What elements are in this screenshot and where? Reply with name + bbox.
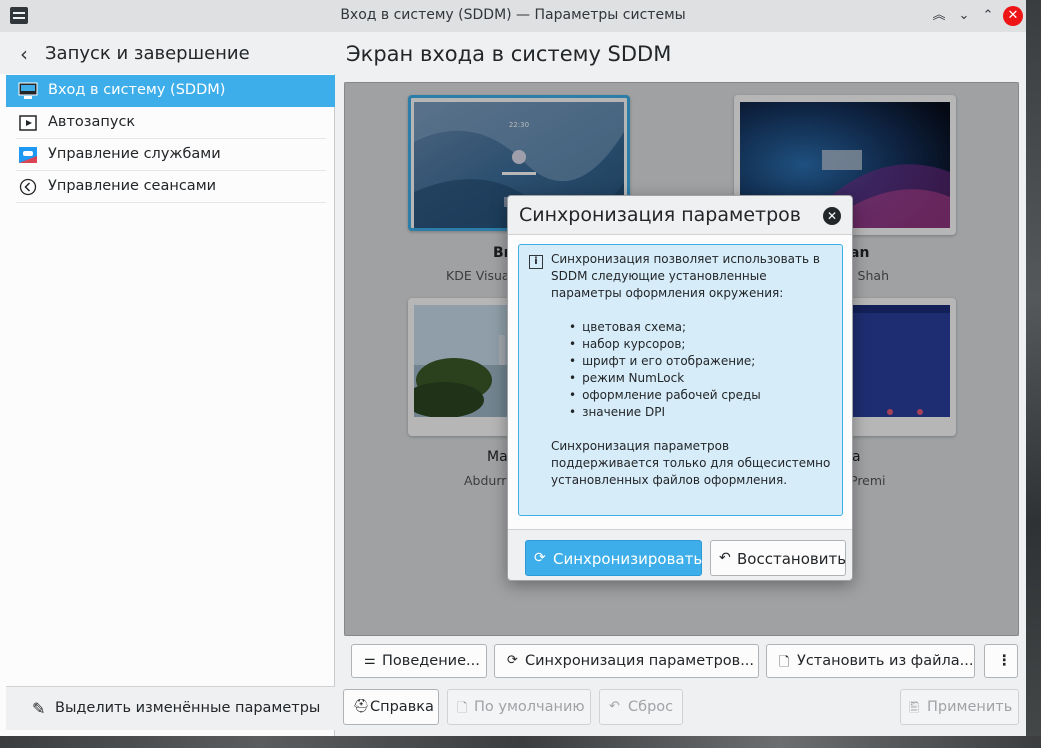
info-message: i Синхронизация позволяет использовать в… [518,244,843,516]
sync-icon: ⟳ [534,550,546,566]
highlight-changed-label: Выделить изменённые параметры [55,700,321,716]
install-from-file-label: Установить из файла... [797,653,974,669]
desktop-background [1026,0,1041,748]
maximize-icon[interactable]: ⌃ [977,5,999,27]
help-lifebuoy-icon: ⛑ [353,699,370,714]
autostart-icon [19,115,37,131]
restore-button[interactable]: ↶ Восстановить [710,540,846,576]
sidebar-item-label: Управление сеансами [48,178,217,194]
restore-label: Восстановить [737,550,847,568]
list-item: значение DPI [581,404,761,421]
install-from-file-button[interactable]: 🗋 Установить из файла... [766,644,975,678]
sync-settings-label: Синхронизация параметров... [525,653,755,669]
restore-icon: ↶ [719,550,731,566]
settings-window: Вход в систему (SDDM) — Параметры систем… [0,0,1026,748]
install-file-icon: 🗋 [779,655,790,670]
sidebar-item-services[interactable]: Управление службами [6,139,335,171]
close-window-icon[interactable]: ✕ [1003,6,1023,26]
sidebar-item-label: Автозапуск [48,114,136,130]
apply-label: Применить [927,699,1013,715]
sidebar-item-autostart[interactable]: Автозапуск [6,107,335,139]
list-item: шрифт и его отображение; [581,353,761,370]
page-title: Экран входа в систему SDDM [346,42,672,66]
apply-icon: 🖺 [909,701,920,716]
list-item: цветовая схема; [581,319,761,336]
list-item: набор курсоров; [581,336,761,353]
synchronize-button[interactable]: ⟳ Синхронизировать [525,540,702,576]
sidebar: ‹ Запуск и завершение Вход в систему (SD… [0,32,335,736]
dialog-title: Синхронизация параметров [519,204,801,226]
synchronize-label: Синхронизировать [553,550,703,568]
window-title: Вход в систему (SDDM) — Параметры систем… [340,7,686,23]
sidebar-item-sessions[interactable]: Управление сеансами [6,171,335,203]
defaults-button[interactable]: 🗋 По умолчанию [447,689,591,725]
services-icon [19,147,37,163]
apply-button[interactable]: 🖺 Применить [900,689,1019,725]
list-item: режим NumLock [581,370,761,387]
defaults-label: По умолчанию [474,699,585,715]
monitor-icon [18,82,38,99]
sidebar-title: Запуск и завершение [45,43,250,64]
dialog-body: i Синхронизация позволяет использовать в… [508,234,852,530]
behavior-button[interactable]: ⚌ Поведение... [351,644,487,678]
info-note: Синхронизация параметров поддерживается … [551,439,831,487]
keep-above-icon[interactable]: ︽ [928,5,950,27]
info-intro: Синхронизация позволяет использовать в S… [551,252,820,300]
highlight-pen-icon: ✎ [32,699,46,718]
sync-settings-button[interactable]: ⟳ Синхронизация параметров... [494,644,759,678]
reset-icon: ↶ [609,699,620,714]
sync-items-list: цветовая схема; набор курсоров; шрифт и … [581,319,761,421]
list-item: оформление рабочей среды [581,387,761,404]
sync-icon: ⟳ [507,653,518,668]
minimize-icon[interactable]: ⌄ [953,5,975,27]
desktop-background-bottom [0,736,1041,748]
reset-button[interactable]: ↶ Сброс [599,689,683,725]
info-icon: i [529,255,543,269]
more-options-button[interactable]: ⋮ [984,644,1018,678]
sidebar-item-label: Управление службами [48,146,221,162]
sessions-icon [19,178,37,196]
sidebar-item-sddm[interactable]: Вход в систему (SDDM) [6,75,335,107]
defaults-icon: 🗋 [457,701,468,716]
more-options-icon: ⋮ [997,653,1012,669]
sync-settings-dialog: Синхронизация параметров ✕ i Синхронизац… [507,195,853,581]
reset-label: Сброс [628,699,674,715]
behavior-label: Поведение... [382,653,480,669]
sliders-icon: ⚌ [364,653,376,668]
sidebar-item-label: Вход в систему (SDDM) [48,82,226,98]
back-icon[interactable]: ‹ [20,42,28,66]
highlight-changed-button[interactable]: ✎ Выделить изменённые параметры [6,686,335,730]
help-button[interactable]: ⛑ Справка [343,689,439,725]
help-label: Справка [370,699,434,715]
divider [16,202,326,203]
titlebar: Вход в систему (SDDM) — Параметры систем… [0,0,1026,32]
dialog-close-icon[interactable]: ✕ [823,207,841,225]
sidebar-header[interactable]: ‹ Запуск и завершение [0,32,335,74]
